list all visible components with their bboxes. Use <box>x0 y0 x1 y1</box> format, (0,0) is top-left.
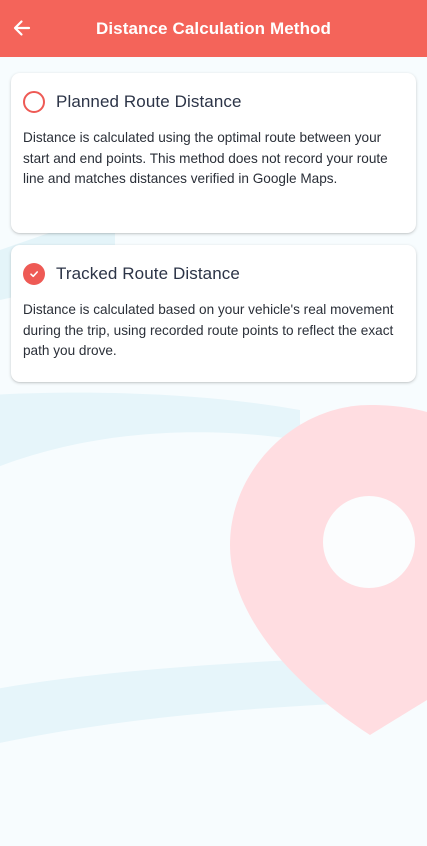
app-header: Distance Calculation Method <box>0 0 427 57</box>
option-card-tracked-route[interactable]: Tracked Route Distance Distance is calcu… <box>11 245 416 382</box>
option-card-planned-route[interactable]: Planned Route Distance Distance is calcu… <box>11 73 416 233</box>
option-title: Tracked Route Distance <box>56 264 240 283</box>
option-header: Tracked Route Distance <box>23 261 404 287</box>
page-title: Distance Calculation Method <box>95 18 332 38</box>
radio-button-selected[interactable] <box>23 263 45 285</box>
option-header: Planned Route Distance <box>23 89 404 115</box>
back-button[interactable] <box>4 10 40 46</box>
option-title: Planned Route Distance <box>56 92 242 111</box>
arrow-left-icon <box>13 20 31 36</box>
option-description: Distance is calculated based on your veh… <box>23 302 394 358</box>
radio-button-unselected[interactable] <box>23 91 45 113</box>
checkmark-icon <box>30 271 38 278</box>
option-description: Distance is calculated using the optimal… <box>23 130 388 186</box>
